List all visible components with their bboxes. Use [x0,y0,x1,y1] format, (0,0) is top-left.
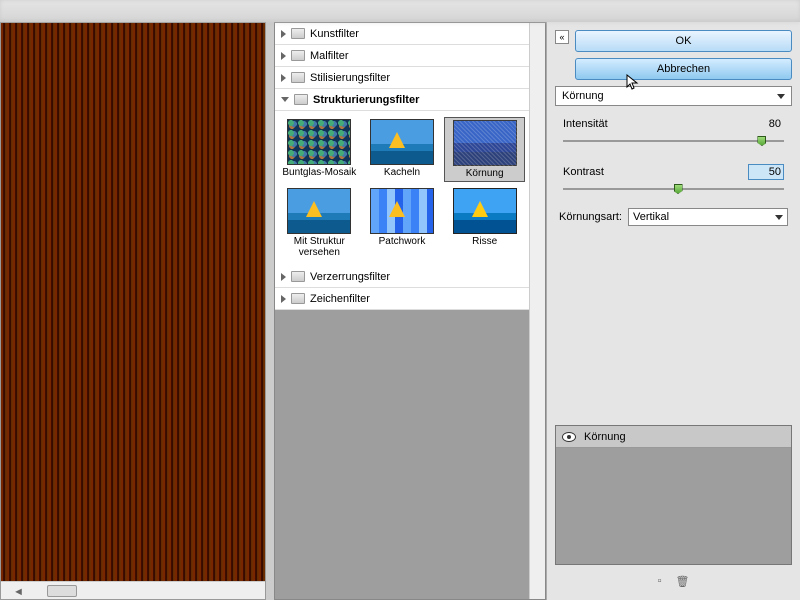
thumb-image [287,188,351,234]
thumb-image [453,188,517,234]
folder-icon [291,293,305,304]
titlebar [0,0,800,22]
grain-type-value: Vertikal [633,211,669,223]
filter-body: Kunstfilter Malfilter Stilisierungsfilte… [275,23,545,599]
folder-icon [291,72,305,83]
cancel-button[interactable]: Abbrechen [575,58,792,80]
filter-categories: Kunstfilter Malfilter Stilisierungsfilte… [275,23,529,310]
filter-empty-area [275,310,529,599]
slider-thumb[interactable] [674,184,683,194]
filter-list-panel: Kunstfilter Malfilter Stilisierungsfilte… [274,22,546,600]
contrast-input[interactable] [748,164,784,180]
thumb-kacheln[interactable]: Kacheln [362,117,443,182]
action-buttons: OK Abbrechen [575,30,792,80]
category-stilisierungsfilter[interactable]: Stilisierungsfilter [275,67,529,89]
triangle-icon [281,74,286,82]
intensity-input[interactable] [748,116,784,132]
contrast-row: Kontrast [555,164,792,180]
contrast-param: Kontrast [555,164,792,202]
preview-panel: ◄ [0,22,266,600]
intensity-label: Intensität [563,118,608,130]
thumb-mit-struktur[interactable]: Mit Struktur versehen [279,186,360,260]
thumb-risse[interactable]: Risse [444,186,525,260]
effect-layers-panel: Körnung [555,425,792,565]
button-row: « OK Abbrechen [555,30,792,80]
triangle-icon [281,30,286,38]
slider-thumb[interactable] [757,136,766,146]
category-malfilter[interactable]: Malfilter [275,45,529,67]
intensity-slider[interactable] [563,134,784,148]
collapse-toggle[interactable]: « [555,30,569,44]
slider-track [563,140,784,142]
effect-layer[interactable]: Körnung [556,426,791,448]
thumb-image [453,120,517,166]
settings-panel: « OK Abbrechen Körnung Intensität [546,22,800,600]
scroll-left-icon[interactable]: ◄ [13,586,23,596]
grain-type-label: Körnungsart: [559,211,622,223]
filter-thumbnails: Buntglas-Mosaik Kacheln Körnung Mit Stru… [275,111,529,266]
triangle-icon [281,273,286,281]
category-strukturierungsfilter[interactable]: Strukturierungsfilter [275,89,529,111]
filter-gallery-dialog: ◄ Kunstfilter Malfilter Stilisierungsfil… [0,0,800,600]
spacer [555,232,792,419]
filter-content: Kunstfilter Malfilter Stilisierungsfilte… [275,23,529,599]
preview-scrollbar[interactable]: ◄ [1,581,265,599]
category-verzerrungsfilter[interactable]: Verzerrungsfilter [275,266,529,288]
triangle-icon [281,295,286,303]
filter-dropdown[interactable]: Körnung [555,86,792,106]
chevron-down-icon [775,215,783,220]
layer-name: Körnung [584,431,626,443]
eye-icon[interactable] [562,432,576,442]
panel-gap [266,22,274,600]
intensity-row: Intensität [555,116,792,132]
contrast-slider[interactable] [563,182,784,196]
layer-actions: ▫ 🗑 [555,571,792,592]
new-layer-icon[interactable]: ▫ [658,575,662,588]
thumb-image [370,119,434,165]
category-zeichenfilter[interactable]: Zeichenfilter [275,288,529,310]
grain-type-dropdown[interactable]: Vertikal [628,208,788,226]
main-area: ◄ Kunstfilter Malfilter Stilisierungsfil… [0,22,800,600]
grain-preview [1,23,265,581]
triangle-open-icon [281,97,289,102]
thumb-patchwork[interactable]: Patchwork [362,186,443,260]
preview-image[interactable] [1,23,265,581]
thumb-koernung[interactable]: Körnung [444,117,525,182]
triangle-icon [281,52,286,60]
category-kunstfilter[interactable]: Kunstfilter [275,23,529,45]
chevron-down-icon [777,94,785,99]
folder-icon [291,271,305,282]
folder-icon [291,50,305,61]
thumb-image [287,119,351,165]
intensity-param: Intensität [555,116,792,154]
folder-icon [294,94,308,105]
scroll-thumb[interactable] [47,585,77,597]
contrast-label: Kontrast [563,166,604,178]
delete-layer-icon[interactable]: 🗑 [675,575,689,588]
thumb-buntglas-mosaik[interactable]: Buntglas-Mosaik [279,117,360,182]
folder-icon [291,28,305,39]
dropdown-value: Körnung [562,90,604,102]
thumb-image [370,188,434,234]
filter-scrollbar[interactable] [529,23,545,599]
grain-type-row: Körnungsart: Vertikal [555,208,792,226]
ok-button[interactable]: OK [575,30,792,52]
